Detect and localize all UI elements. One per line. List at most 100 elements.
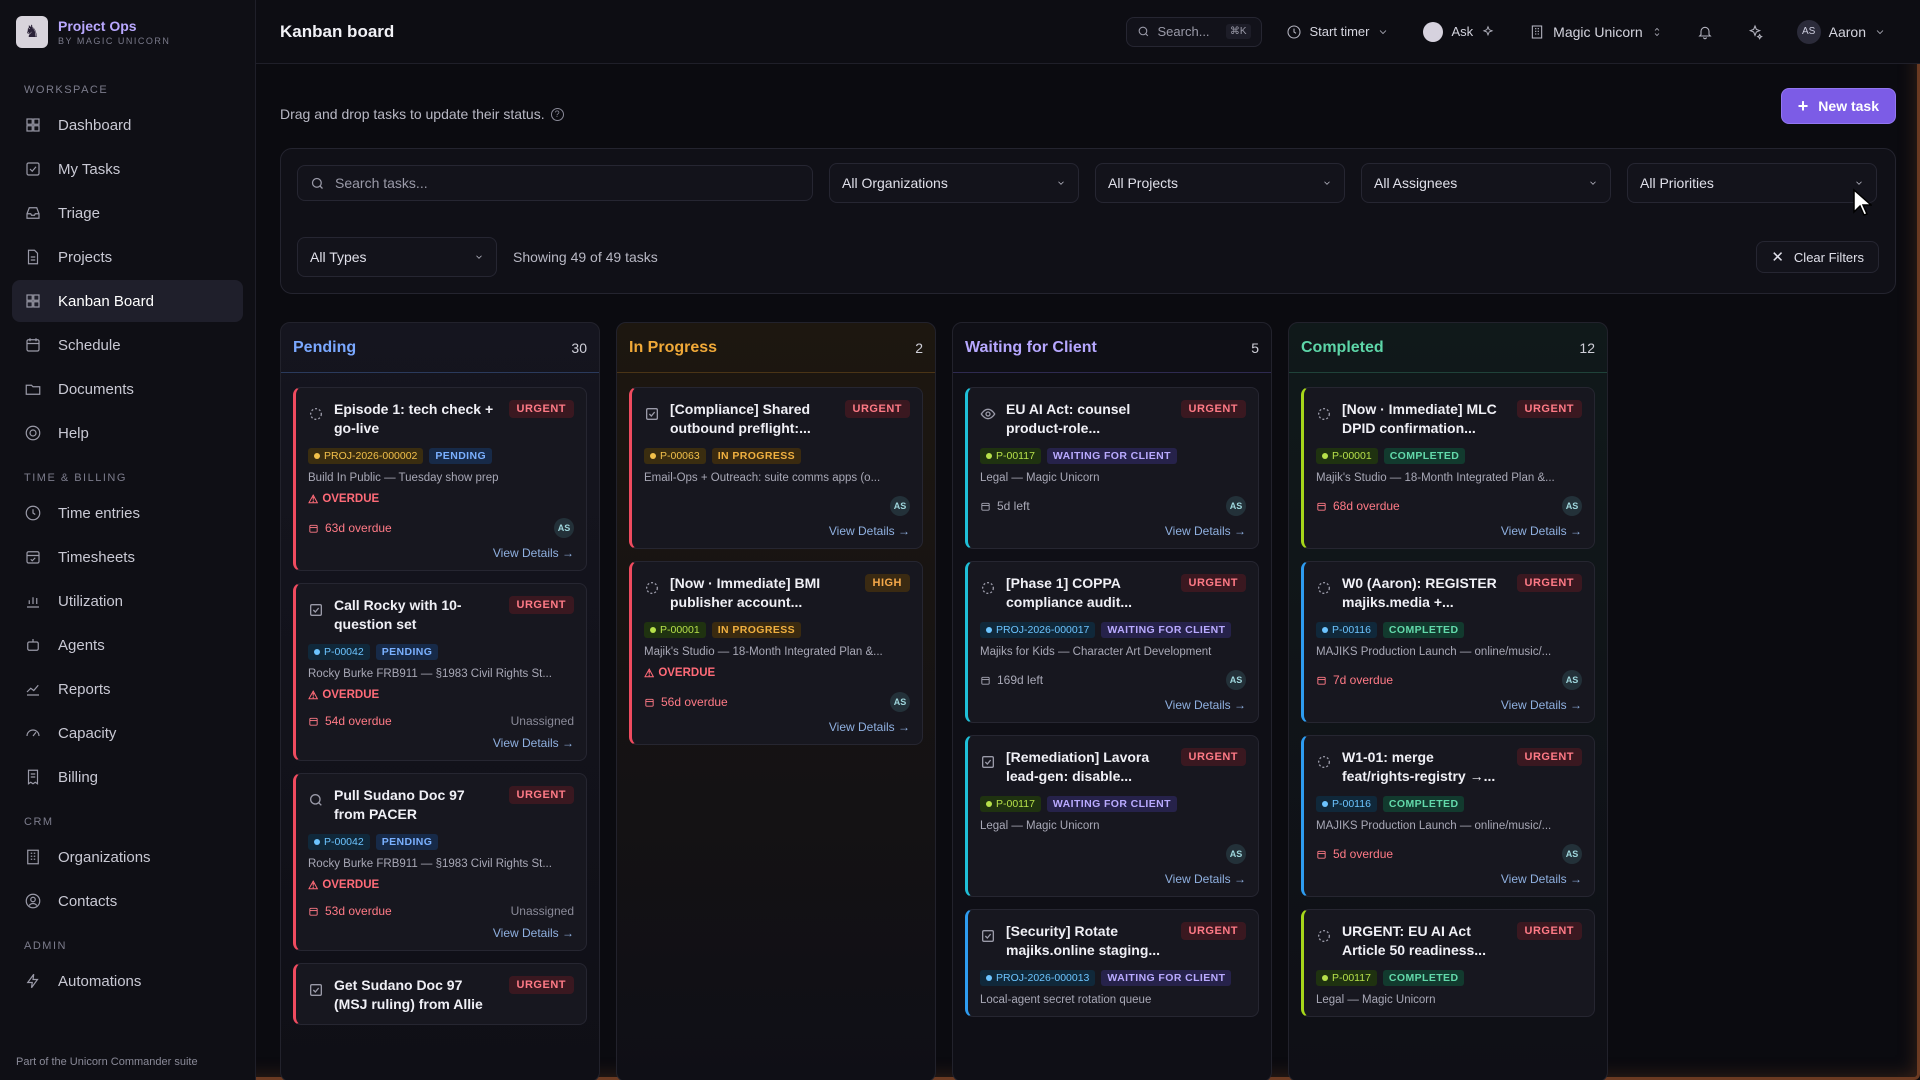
- sidebar-item-documents[interactable]: Documents: [12, 368, 243, 410]
- project-tag[interactable]: P-00116: [1316, 796, 1377, 812]
- assignee-avatar[interactable]: AS: [1562, 496, 1582, 516]
- brand[interactable]: ♞ Project Ops BY MAGIC UNICORN: [0, 0, 255, 64]
- task-title: Get Sudano Doc 97 (MSJ ruling) from Alli…: [334, 977, 483, 1012]
- view-details-link[interactable]: View Details →: [308, 736, 574, 750]
- sidebar-item-help[interactable]: Help: [12, 412, 243, 454]
- user-menu[interactable]: AS Aaron: [1787, 17, 1896, 47]
- status-badge: WAITING FOR CLIENT: [1101, 970, 1232, 986]
- task-card[interactable]: W1-01: merge feat/rights-registry →... U…: [1301, 735, 1595, 897]
- column-title: Completed: [1301, 338, 1384, 356]
- assignee-avatar[interactable]: AS: [1226, 844, 1246, 864]
- sidebar-item-contacts[interactable]: Contacts: [12, 880, 243, 922]
- view-details-link[interactable]: View Details →: [644, 720, 910, 734]
- view-details-link[interactable]: View Details →: [308, 926, 574, 940]
- notifications-button[interactable]: [1687, 17, 1723, 47]
- start-timer-button[interactable]: Start timer: [1276, 17, 1400, 47]
- task-card[interactable]: W0 (Aaron): REGISTER majiks.media +... U…: [1301, 561, 1595, 723]
- assignee-avatar[interactable]: AS: [1562, 670, 1582, 690]
- sidebar-item-time-entries[interactable]: Time entries: [12, 492, 243, 534]
- sidebar-item-utilization[interactable]: Utilization: [12, 580, 243, 622]
- task-project-name: Build In Public — Tuesday show prep: [308, 472, 499, 484]
- dot-icon: [650, 453, 656, 459]
- project-tag[interactable]: P-00117: [980, 448, 1041, 464]
- sidebar-item-billing[interactable]: Billing: [12, 756, 243, 798]
- chevron-down-icon: [1856, 181, 1862, 185]
- view-details-link[interactable]: View Details →: [644, 524, 910, 538]
- project-id: P-00117: [996, 798, 1035, 810]
- view-details-link[interactable]: View Details →: [980, 524, 1246, 538]
- eye-icon: [980, 408, 996, 420]
- sidebar-item-label: Reports: [58, 680, 111, 698]
- view-details-link[interactable]: View Details →: [308, 546, 574, 560]
- sidebar-item-timesheets[interactable]: Timesheets: [12, 536, 243, 578]
- project-tag[interactable]: P-00042: [308, 834, 370, 850]
- task-card[interactable]: Call Rocky with 10-question set URGENT P…: [293, 583, 587, 761]
- task-card[interactable]: [Compliance] Shared outbound preflight:.…: [629, 387, 923, 549]
- project-tag[interactable]: PROJ-2026-000002: [308, 448, 424, 464]
- user-name: Aaron: [1828, 23, 1866, 40]
- info-icon[interactable]: ?: [550, 107, 564, 121]
- sidebar-item-label: Capacity: [58, 724, 117, 742]
- project-tag[interactable]: P-00063: [644, 448, 706, 464]
- sidebar-item-dashboard[interactable]: Dashboard: [12, 104, 243, 146]
- task-card[interactable]: [Security] Rotate majiks.online staging.…: [965, 909, 1259, 1017]
- task-card[interactable]: Get Sudano Doc 97 (MSJ ruling) from Alli…: [293, 963, 587, 1025]
- assignee-filter[interactable]: All Assignees: [1361, 163, 1611, 203]
- clear-filters-button[interactable]: ✕ Clear Filters: [1756, 241, 1879, 273]
- task-card[interactable]: EU AI Act: counsel product-role... URGEN…: [965, 387, 1259, 549]
- ask-button[interactable]: Ask: [1413, 17, 1505, 47]
- task-search[interactable]: [297, 165, 813, 201]
- sidebar-item-reports[interactable]: Reports: [12, 668, 243, 710]
- project-tag[interactable]: PROJ-2026-000013: [980, 970, 1096, 986]
- project-tag[interactable]: P-00001: [644, 622, 706, 638]
- priority-filter[interactable]: All Priorities: [1627, 163, 1877, 203]
- assignee-avatar[interactable]: AS: [890, 496, 910, 516]
- sidebar-item-projects[interactable]: Projects: [12, 236, 243, 278]
- sidebar-item-my-tasks[interactable]: My Tasks: [12, 148, 243, 190]
- task-card[interactable]: Episode 1: tech check + go-live URGENT P…: [293, 387, 587, 571]
- project-tag[interactable]: P-00001: [1316, 448, 1378, 464]
- column-header: Completed 12: [1289, 323, 1607, 373]
- task-card[interactable]: [Remediation] Lavora lead-gen: disable..…: [965, 735, 1259, 897]
- sidebar-item-organizations[interactable]: Organizations: [12, 836, 243, 878]
- assignee-avatar[interactable]: AS: [554, 518, 574, 538]
- check-square-icon: [982, 930, 994, 942]
- sidebar-item-agents[interactable]: Agents: [12, 624, 243, 666]
- sidebar-item-kanban-board[interactable]: Kanban Board: [12, 280, 243, 322]
- project-tag[interactable]: P-00116: [1316, 622, 1377, 638]
- organization-filter[interactable]: All Organizations: [829, 163, 1079, 203]
- project-tag[interactable]: PROJ-2026-000017: [980, 622, 1096, 638]
- type-filter-value: All Types: [310, 249, 367, 265]
- view-details-link[interactable]: View Details →: [1316, 524, 1582, 538]
- type-filter[interactable]: All Types: [297, 237, 497, 277]
- project-tag[interactable]: P-00117: [980, 796, 1041, 812]
- task-card[interactable]: [Now · Immediate] MLC DPID confirmation.…: [1301, 387, 1595, 549]
- task-card[interactable]: [Now · Immediate] BMI publisher account.…: [629, 561, 923, 745]
- status-badge: PENDING: [375, 834, 439, 850]
- new-task-button[interactable]: + New task: [1780, 88, 1896, 124]
- sidebar-item-schedule[interactable]: Schedule: [12, 324, 243, 366]
- assignee-avatar[interactable]: AS: [1562, 844, 1582, 864]
- organization-switcher[interactable]: Magic Unicorn: [1519, 17, 1672, 47]
- project-id: P-00001: [660, 624, 700, 636]
- project-filter[interactable]: All Projects: [1095, 163, 1345, 203]
- task-card[interactable]: URGENT: EU AI Act Article 50 readiness..…: [1301, 909, 1595, 1017]
- task-card[interactable]: Pull Sudano Doc 97 from PACER URGENT P-0…: [293, 773, 587, 951]
- sidebar-item-label: Schedule: [58, 336, 121, 354]
- assignee-avatar[interactable]: AS: [890, 692, 910, 712]
- task-search-input[interactable]: [335, 175, 795, 191]
- project-tag[interactable]: P-00042: [308, 644, 370, 660]
- project-tag[interactable]: P-00117: [1316, 970, 1377, 986]
- view-details-link[interactable]: View Details →: [980, 698, 1246, 712]
- assignee-avatar[interactable]: AS: [1226, 496, 1246, 516]
- view-details-link[interactable]: View Details →: [1316, 872, 1582, 886]
- view-details-link[interactable]: View Details →: [1316, 698, 1582, 712]
- assignee-avatar[interactable]: AS: [1226, 670, 1246, 690]
- view-details-link[interactable]: View Details →: [980, 872, 1246, 886]
- sidebar-item-automations[interactable]: Automations: [12, 960, 243, 1002]
- global-search[interactable]: Search... ⌘K: [1125, 16, 1262, 47]
- sidebar-item-triage[interactable]: Triage: [12, 192, 243, 234]
- ai-assistant-button[interactable]: [1737, 17, 1773, 47]
- sidebar-item-capacity[interactable]: Capacity: [12, 712, 243, 754]
- task-card[interactable]: [Phase 1] COPPA compliance audit... URGE…: [965, 561, 1259, 723]
